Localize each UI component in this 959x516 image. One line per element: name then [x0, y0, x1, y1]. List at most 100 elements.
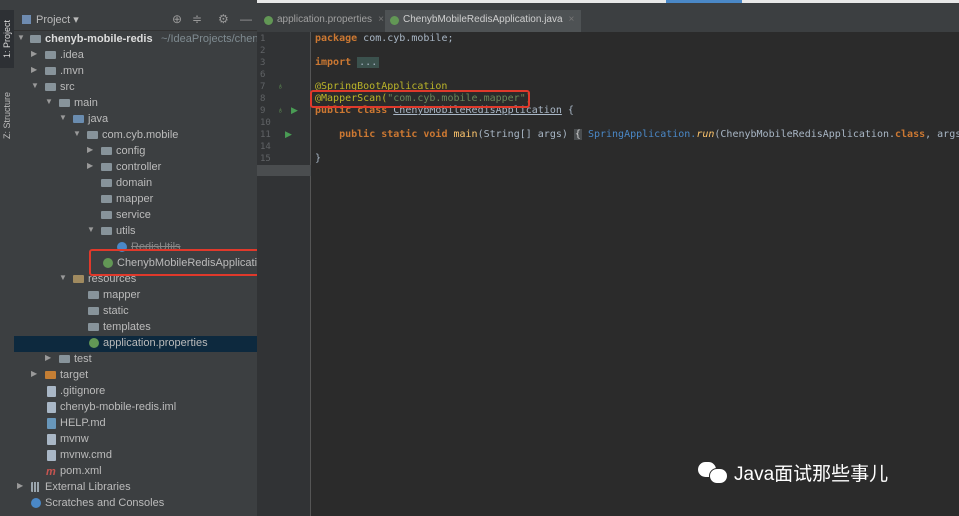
project-icon	[22, 15, 31, 24]
module-icon	[30, 35, 41, 43]
collapsed-arrow-icon[interactable]: ▶	[31, 65, 41, 74]
tree-item-pom[interactable]: m pom.xml	[14, 464, 257, 480]
tree-item-test[interactable]: ▶ test	[14, 352, 257, 368]
iml-file-icon	[47, 402, 56, 413]
tree-item-label: mapper	[116, 193, 154, 205]
tree-item-package-root[interactable]: ▼ com.cyb.mobile	[14, 128, 257, 144]
spring-bean-gutter-icon[interactable]: ♁	[277, 105, 284, 115]
spring-bean-gutter-icon[interactable]: ♁	[277, 81, 284, 91]
maven-icon: m	[46, 466, 56, 478]
collapsed-arrow-icon[interactable]: ▶	[87, 145, 97, 154]
tree-item-external-libraries[interactable]: ▶ External Libraries	[14, 480, 257, 496]
line-number: 6	[260, 70, 266, 80]
tree-item-project-root[interactable]: ▼ chenyb-mobile-redis ~/IdeaProjects/che…	[14, 32, 257, 48]
expanded-arrow-icon[interactable]: ▼	[45, 97, 55, 106]
highlight-box-tree	[89, 249, 257, 276]
brace: }	[315, 153, 322, 164]
collapsed-arrow-icon[interactable]: ▶	[17, 481, 27, 490]
tree-item-mapper-folder[interactable]: mapper	[14, 288, 257, 304]
expanded-arrow-icon[interactable]: ▼	[87, 225, 97, 234]
folder-icon	[59, 355, 70, 363]
expanded-arrow-icon[interactable]: ▼	[59, 273, 69, 282]
close-icon[interactable]: ×	[569, 14, 575, 25]
close-icon[interactable]: ×	[378, 14, 384, 25]
tree-item-mapper-package[interactable]: mapper	[14, 192, 257, 208]
tree-item-mvn[interactable]: ▶ .mvn	[14, 64, 257, 80]
tree-item-label: application.properties	[103, 337, 208, 349]
tree-item-iml[interactable]: chenyb-mobile-redis.iml	[14, 400, 257, 416]
tree-item-mvnw[interactable]: mvnw	[14, 432, 257, 448]
line-number: 10	[260, 118, 271, 128]
top-bar-button[interactable]	[666, 0, 742, 3]
hide-panel-icon[interactable]: —	[240, 12, 252, 26]
tree-item-mvnw-cmd[interactable]: mvnw.cmd	[14, 448, 257, 464]
folder-icon	[45, 51, 56, 59]
tree-item-label: controller	[116, 161, 162, 173]
tree-item-label: .idea	[60, 49, 84, 61]
expanded-arrow-icon[interactable]: ▼	[31, 81, 41, 90]
tree-item-java[interactable]: ▼ java	[14, 112, 257, 128]
tree-item-gitignore[interactable]: .gitignore	[14, 384, 257, 400]
editor-gutter: 1 2 3 6 7 8 9 10 11 14 15 ♁ ♁ ▶ ▶	[257, 32, 311, 516]
tree-item-label: domain	[116, 177, 153, 189]
tree-item-label: mvnw.cmd	[60, 449, 112, 461]
folded-brace[interactable]: {	[573, 129, 582, 140]
project-panel-title: Project	[36, 14, 71, 26]
tree-item-idea[interactable]: ▶ .idea	[14, 48, 257, 64]
collapse-all-icon[interactable]: ≑	[192, 12, 202, 26]
tree-item-src[interactable]: ▼ src	[14, 80, 257, 96]
tree-item-domain[interactable]: domain	[14, 176, 257, 192]
highlight-box-code	[310, 90, 530, 108]
script-file-icon	[47, 434, 56, 445]
project-path-hint: ~/IdeaProjects/chen	[161, 33, 257, 45]
tree-item-label: pom.xml	[60, 465, 102, 477]
tree-item-scratches[interactable]: Scratches and Consoles	[14, 496, 257, 512]
expanded-arrow-icon[interactable]: ▼	[59, 113, 69, 122]
tab-label: ChenybMobileRedisApplication.java	[403, 14, 563, 25]
tree-item-application-properties[interactable]: application.properties	[14, 336, 257, 352]
tree-item-label: src	[60, 81, 75, 93]
project-view-selector[interactable]: Project ▾	[22, 13, 79, 26]
resources-folder-icon	[73, 275, 84, 283]
tab-application-properties[interactable]: application.properties ×	[259, 10, 395, 32]
tab-application-java[interactable]: ChenybMobileRedisApplication.java ×	[385, 10, 581, 34]
tree-item-main[interactable]: ▼ main	[14, 96, 257, 112]
tree-item-label: chenyb-mobile-redis	[45, 33, 153, 45]
package-icon	[101, 227, 112, 235]
tree-item-static[interactable]: static	[14, 304, 257, 320]
folder-icon	[88, 323, 99, 331]
brace: {	[561, 105, 574, 116]
gear-icon[interactable]: ⚙	[218, 12, 229, 26]
project-tool-tab[interactable]: 1: Project	[0, 10, 14, 68]
run-icon[interactable]: ▶	[285, 129, 292, 140]
run-icon[interactable]: ▶	[291, 105, 298, 116]
script-file-icon	[47, 450, 56, 461]
tool-window-strip: 1: Project Z: Structure	[0, 0, 15, 516]
code-line-15: }	[315, 153, 321, 164]
folded-imports[interactable]: ...	[357, 57, 380, 68]
tree-item-target[interactable]: ▶ target	[14, 368, 257, 384]
collapsed-arrow-icon[interactable]: ▶	[31, 49, 41, 58]
tree-item-utils[interactable]: ▼ utils	[14, 224, 257, 240]
tree-item-label: config	[116, 145, 146, 157]
package-icon	[101, 163, 112, 171]
package-icon	[101, 195, 112, 203]
excluded-folder-icon	[45, 371, 56, 379]
expanded-arrow-icon[interactable]: ▼	[17, 33, 27, 42]
collapsed-arrow-icon[interactable]: ▶	[87, 161, 97, 170]
tree-item-label: templates	[103, 321, 151, 333]
tree-item-service[interactable]: service	[14, 208, 257, 224]
tree-item-templates[interactable]: templates	[14, 320, 257, 336]
collapsed-arrow-icon[interactable]: ▶	[31, 369, 41, 378]
call-arguments: (ChenybMobileRedisApplication.	[714, 129, 896, 140]
structure-tool-tab[interactable]: Z: Structure	[0, 84, 14, 146]
tree-item-label: static	[103, 305, 129, 317]
tree-item-help-md[interactable]: HELP.md	[14, 416, 257, 432]
tree-item-controller[interactable]: ▶ controller	[14, 160, 257, 176]
collapsed-arrow-icon[interactable]: ▶	[45, 353, 55, 362]
libraries-icon	[31, 482, 40, 492]
locate-icon[interactable]: ⊕	[172, 12, 182, 26]
tree-item-label: main	[74, 97, 98, 109]
tree-item-config[interactable]: ▶ config	[14, 144, 257, 160]
expanded-arrow-icon[interactable]: ▼	[73, 129, 83, 138]
